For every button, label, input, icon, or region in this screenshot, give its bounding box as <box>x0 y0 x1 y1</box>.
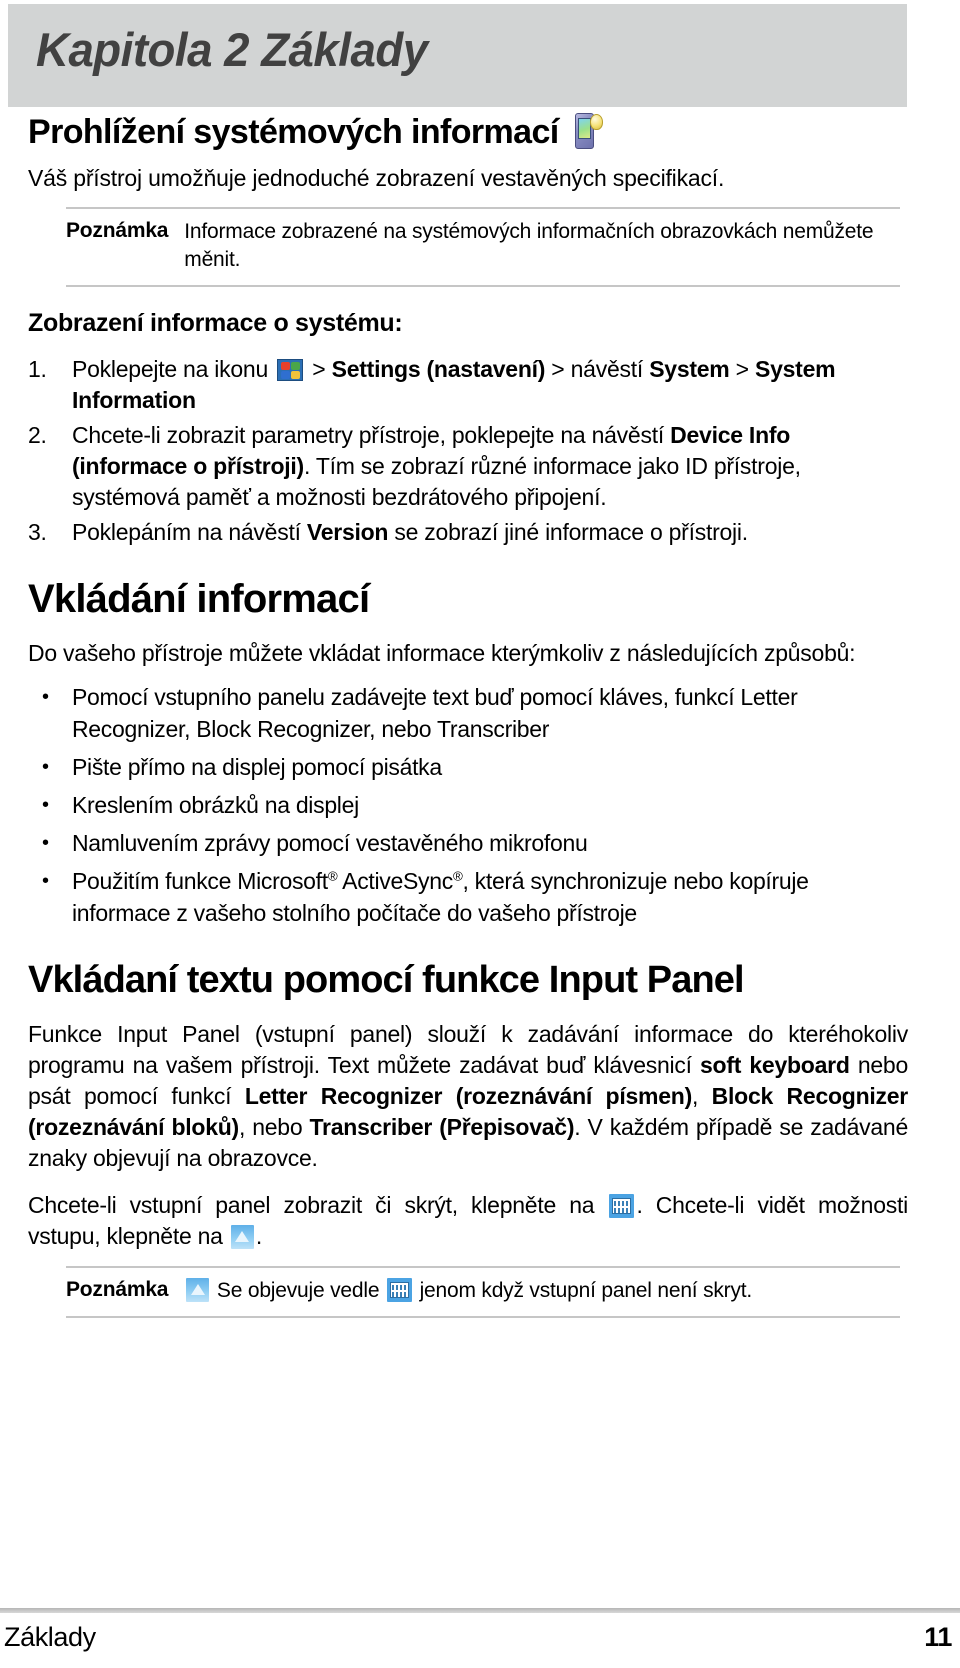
note-label: Poznámka <box>66 219 169 242</box>
step-bold-system: System <box>649 356 730 382</box>
note-text-2: jenom když vstupní panel není skryt. <box>413 1279 753 1302</box>
page-footer: Základy 11 <box>0 1622 960 1662</box>
step-text-1: Chcete-li zobrazit parametry přístroje, … <box>72 422 671 448</box>
chapter-title: Kapitola 2 Základy <box>36 23 428 76</box>
subsection-title: Zobrazení informace o systému: <box>28 309 403 337</box>
pocket-pc-device-icon <box>573 113 603 151</box>
input-panel-paragraph: Funkce Input Panel (vstupní panel) slouž… <box>28 1019 908 1174</box>
step-number: 1. <box>28 356 47 382</box>
section-lead-text: Váš přístroj umožňuje jednoduché zobraze… <box>28 165 725 191</box>
bullet-dot: • <box>42 794 49 816</box>
bullet-text: Namluvením zprávy pomocí vestavěného mik… <box>72 830 588 856</box>
note-label: Poznámka <box>66 1278 169 1301</box>
bullet-dot: • <box>42 832 49 854</box>
ip-bold-letter-recognizer: Letter Recognizer (rozeznávání písmen) <box>244 1083 692 1109</box>
keyboard-icon <box>386 1278 412 1302</box>
list-item: 3. Poklepáním na návěstí Version se zobra… <box>28 517 908 548</box>
list-item: 1. Poklepejte na ikonu > Settings (nastav… <box>28 354 908 416</box>
list-item: • Namluvením zprávy pomocí vestavěného mi… <box>28 827 908 859</box>
list-item: 2. Chcete-li zobrazit parametry přístroje… <box>28 420 908 513</box>
sh-text-3: . <box>255 1223 263 1249</box>
step-number: 2. <box>28 422 47 448</box>
page-title-text: Prohlížení systémových informací <box>28 113 559 151</box>
bullet-text-microsoft: Použitím funkce Microsoft <box>72 868 328 894</box>
bullet-list: • Pomocí vstupního panelu zadávejte text … <box>28 681 908 929</box>
bullet-dot: • <box>42 870 49 892</box>
step-text-1: Poklepejte na ikonu <box>72 356 275 382</box>
step-bold-settings: Settings (nastavení) <box>331 356 546 382</box>
bullet-dot: • <box>42 756 49 778</box>
ip-text-4: , nebo <box>238 1114 310 1140</box>
list-item: • Kreslením obrázků na displej <box>28 789 908 821</box>
up-arrow-icon <box>186 1278 210 1302</box>
page-number: 11 <box>924 1622 952 1652</box>
note-text: Informace zobrazené na systémových infor… <box>184 220 874 271</box>
ip-bold-transcriber: Transcriber (Přepisovač) <box>309 1114 575 1140</box>
step-bold-version: Version <box>306 519 389 545</box>
note-text: Se objevuje vedle jenom když vstupní pan… <box>184 1277 752 1305</box>
step-text-2: se zobrazí jiné informace o přístroji. <box>388 519 748 545</box>
start-menu-icon <box>277 359 304 381</box>
bullet-text-activesync: ActiveSync <box>337 868 453 894</box>
note-text-1: Se objevuje vedle <box>211 1279 385 1302</box>
ip-text-3: , <box>691 1083 712 1109</box>
show-hide-paragraph: Chcete-li vstupní panel zobrazit či skrý… <box>28 1190 908 1252</box>
step-text-2: > <box>306 356 332 382</box>
heading-vkladani-textu: Vkládaní textu pomocí funkce Input Panel <box>28 959 745 1001</box>
steps-list: 1. Poklepejte na ikonu > Settings (nastav… <box>28 354 908 548</box>
ip-bold-soft-keyboard: soft keyboard <box>700 1052 850 1078</box>
keyboard-icon[interactable] <box>609 1194 635 1218</box>
list-item: • Pište přímo na displej pomocí pisátka <box>28 751 908 783</box>
note-box-top: Poznámka Informace zobrazené na systémov… <box>66 207 900 287</box>
step-text-3: > návěstí <box>545 356 650 382</box>
sh-text-1: Chcete-li vstupní panel zobrazit či skrý… <box>28 1192 608 1218</box>
up-arrow-icon[interactable] <box>230 1225 254 1249</box>
page-content: Prohlížení systémových informací Váš pří… <box>28 112 908 1318</box>
bullet-dot: • <box>42 686 49 708</box>
heading-vkladani-informaci: Vkládání informací <box>28 577 370 621</box>
footer-chapter-name: Základy <box>4 1622 96 1652</box>
page-title: Prohlížení systémových informací <box>28 112 908 152</box>
step-text-4: > <box>729 356 755 382</box>
list-item: • Použitím funkce Microsoft® ActiveSync®,… <box>28 865 908 929</box>
bullet-text: Pomocí vstupního panelu zadávejte text b… <box>72 684 798 742</box>
bullet-text: Pište přímo na displej pomocí pisátka <box>72 754 442 780</box>
intro-paragraph: Do vašeho přístroje můžete vkládat infor… <box>28 640 856 666</box>
list-item: • Pomocí vstupního panelu zadávejte text … <box>28 681 908 745</box>
note-box-bottom: Poznámka Se objevuje vedle jenom když vs… <box>66 1266 900 1318</box>
registered-mark-icon: ® <box>327 868 338 884</box>
document-page: Kapitola 2 Základy Prohlížení systémovýc… <box>0 0 960 1668</box>
footer-divider <box>0 1608 960 1613</box>
step-text-1: Poklepáním na návěstí <box>72 519 307 545</box>
bullet-text: Kreslením obrázků na displej <box>72 792 359 818</box>
step-number: 3. <box>28 519 47 545</box>
